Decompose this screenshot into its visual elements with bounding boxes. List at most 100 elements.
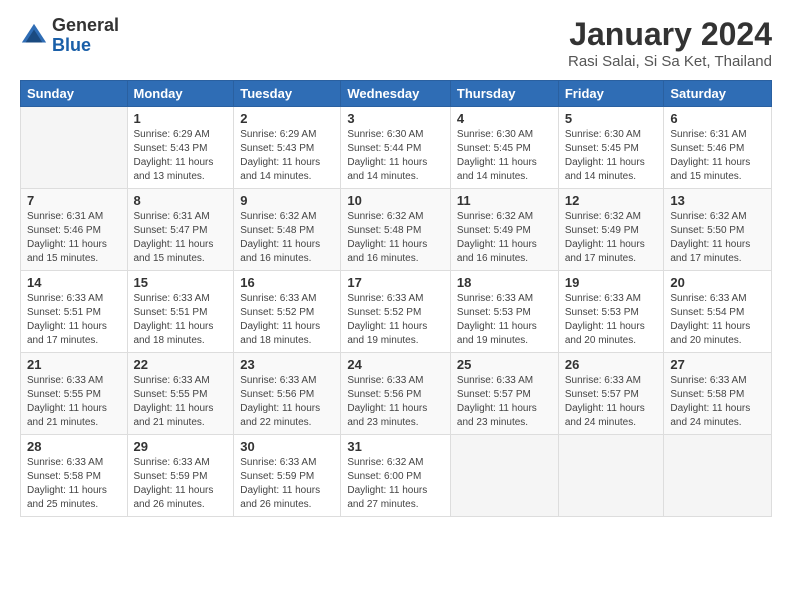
table-row bbox=[664, 435, 772, 517]
day-info: Sunrise: 6:32 AM Sunset: 5:48 PM Dayligh… bbox=[240, 210, 334, 266]
header: General Blue January 2024 Rasi Salai, Si… bbox=[20, 16, 772, 70]
calendar-week-1: 7 Sunrise: 6:31 AM Sunset: 5:46 PM Daylig… bbox=[21, 189, 772, 271]
col-saturday: Saturday bbox=[664, 81, 772, 107]
table-row: 26 Sunrise: 6:33 AM Sunset: 5:57 PM Dayli… bbox=[558, 353, 664, 435]
table-row: 28Sunrise: 6:33 AM Sunset: 5:58 PM Dayli… bbox=[21, 435, 128, 517]
day-number: 24 bbox=[347, 357, 444, 372]
day-info: Sunrise: 6:32 AM Sunset: 5:50 PM Dayligh… bbox=[670, 210, 765, 266]
day-number: 16 bbox=[240, 275, 334, 290]
day-info: Sunrise: 6:33 AM Sunset: 5:53 PM Dayligh… bbox=[565, 292, 658, 348]
day-info: Sunrise: 6:33 AM Sunset: 5:56 PM Dayligh… bbox=[347, 374, 444, 430]
day-info: Sunrise: 6:33 AM Sunset: 5:58 PM Dayligh… bbox=[670, 374, 765, 430]
day-info: Sunrise: 6:32 AM Sunset: 5:49 PM Dayligh… bbox=[565, 210, 658, 266]
col-wednesday: Wednesday bbox=[341, 81, 451, 107]
table-row: 5 Sunrise: 6:30 AM Sunset: 5:45 PM Daylig… bbox=[558, 107, 664, 189]
day-number: 17 bbox=[347, 275, 444, 290]
table-row: 2 Sunrise: 6:29 AM Sunset: 5:43 PM Daylig… bbox=[234, 107, 341, 189]
col-sunday: Sunday bbox=[21, 81, 128, 107]
table-row: 13Sunrise: 6:32 AM Sunset: 5:50 PM Dayli… bbox=[664, 189, 772, 271]
day-number: 23 bbox=[240, 357, 334, 372]
day-number: 6 bbox=[670, 111, 765, 126]
day-number: 5 bbox=[565, 111, 658, 126]
day-number: 28 bbox=[27, 439, 121, 454]
table-row: 25Sunrise: 6:33 AM Sunset: 5:57 PM Dayli… bbox=[450, 353, 558, 435]
day-number: 31 bbox=[347, 439, 444, 454]
page: General Blue January 2024 Rasi Salai, Si… bbox=[0, 0, 792, 612]
day-info: Sunrise: 6:33 AM Sunset: 5:51 PM Dayligh… bbox=[134, 292, 228, 348]
day-number: 11 bbox=[457, 193, 552, 208]
table-row: 20 Sunrise: 6:33 AM Sunset: 5:54 PM Dayli… bbox=[664, 271, 772, 353]
day-number: 4 bbox=[457, 111, 552, 126]
day-info: Sunrise: 6:33 AM Sunset: 5:54 PM Dayligh… bbox=[670, 292, 765, 348]
day-number: 20 bbox=[670, 275, 765, 290]
table-row: 29 Sunrise: 6:33 AM Sunset: 5:59 PM Dayli… bbox=[127, 435, 234, 517]
day-info: Sunrise: 6:32 AM Sunset: 5:49 PM Dayligh… bbox=[457, 210, 552, 266]
day-info: Sunrise: 6:30 AM Sunset: 5:45 PM Dayligh… bbox=[457, 128, 552, 184]
table-row: 11 Sunrise: 6:32 AM Sunset: 5:49 PM Dayli… bbox=[450, 189, 558, 271]
header-row: Sunday Monday Tuesday Wednesday Thursday… bbox=[21, 81, 772, 107]
table-row: 7 Sunrise: 6:31 AM Sunset: 5:46 PM Daylig… bbox=[21, 189, 128, 271]
table-row bbox=[558, 435, 664, 517]
table-row: 6 Sunrise: 6:31 AM Sunset: 5:46 PM Daylig… bbox=[664, 107, 772, 189]
day-info: Sunrise: 6:33 AM Sunset: 5:59 PM Dayligh… bbox=[134, 456, 228, 512]
day-number: 26 bbox=[565, 357, 658, 372]
day-number: 29 bbox=[134, 439, 228, 454]
day-number: 19 bbox=[565, 275, 658, 290]
table-row: 23 Sunrise: 6:33 AM Sunset: 5:56 PM Dayli… bbox=[234, 353, 341, 435]
day-info: Sunrise: 6:31 AM Sunset: 5:46 PM Dayligh… bbox=[670, 128, 765, 184]
table-row bbox=[21, 107, 128, 189]
table-row: 4 Sunrise: 6:30 AM Sunset: 5:45 PM Daylig… bbox=[450, 107, 558, 189]
table-row: 1 Sunrise: 6:29 AM Sunset: 5:43 PM Daylig… bbox=[127, 107, 234, 189]
calendar-week-3: 21Sunrise: 6:33 AM Sunset: 5:55 PM Dayli… bbox=[21, 353, 772, 435]
table-row: 3Sunrise: 6:30 AM Sunset: 5:44 PM Daylig… bbox=[341, 107, 451, 189]
day-number: 27 bbox=[670, 357, 765, 372]
day-info: Sunrise: 6:33 AM Sunset: 5:53 PM Dayligh… bbox=[457, 292, 552, 348]
day-info: Sunrise: 6:33 AM Sunset: 5:57 PM Dayligh… bbox=[565, 374, 658, 430]
day-info: Sunrise: 6:30 AM Sunset: 5:45 PM Dayligh… bbox=[565, 128, 658, 184]
calendar-table: Sunday Monday Tuesday Wednesday Thursday… bbox=[20, 80, 772, 517]
calendar-title: January 2024 bbox=[568, 16, 772, 53]
day-number: 7 bbox=[27, 193, 121, 208]
table-row: 22 Sunrise: 6:33 AM Sunset: 5:55 PM Dayli… bbox=[127, 353, 234, 435]
table-row: 30Sunrise: 6:33 AM Sunset: 5:59 PM Dayli… bbox=[234, 435, 341, 517]
table-row: 27 Sunrise: 6:33 AM Sunset: 5:58 PM Dayli… bbox=[664, 353, 772, 435]
day-number: 15 bbox=[134, 275, 228, 290]
table-row: 19 Sunrise: 6:33 AM Sunset: 5:53 PM Dayli… bbox=[558, 271, 664, 353]
day-number: 2 bbox=[240, 111, 334, 126]
table-row: 31 Sunrise: 6:32 AM Sunset: 6:00 PM Dayli… bbox=[341, 435, 451, 517]
day-info: Sunrise: 6:33 AM Sunset: 5:51 PM Dayligh… bbox=[27, 292, 121, 348]
calendar-week-2: 14 Sunrise: 6:33 AM Sunset: 5:51 PM Dayli… bbox=[21, 271, 772, 353]
calendar-week-4: 28Sunrise: 6:33 AM Sunset: 5:58 PM Dayli… bbox=[21, 435, 772, 517]
day-info: Sunrise: 6:30 AM Sunset: 5:44 PM Dayligh… bbox=[347, 128, 444, 184]
day-number: 12 bbox=[565, 193, 658, 208]
calendar-week-0: 1 Sunrise: 6:29 AM Sunset: 5:43 PM Daylig… bbox=[21, 107, 772, 189]
table-row: 21Sunrise: 6:33 AM Sunset: 5:55 PM Dayli… bbox=[21, 353, 128, 435]
col-thursday: Thursday bbox=[450, 81, 558, 107]
day-info: Sunrise: 6:31 AM Sunset: 5:46 PM Dayligh… bbox=[27, 210, 121, 266]
table-row: 24 Sunrise: 6:33 AM Sunset: 5:56 PM Dayli… bbox=[341, 353, 451, 435]
day-info: Sunrise: 6:33 AM Sunset: 5:57 PM Dayligh… bbox=[457, 374, 552, 430]
day-number: 10 bbox=[347, 193, 444, 208]
logo-text: General Blue bbox=[52, 16, 119, 56]
day-info: Sunrise: 6:33 AM Sunset: 5:52 PM Dayligh… bbox=[347, 292, 444, 348]
day-number: 1 bbox=[134, 111, 228, 126]
table-row: 12 Sunrise: 6:32 AM Sunset: 5:49 PM Dayli… bbox=[558, 189, 664, 271]
day-info: Sunrise: 6:32 AM Sunset: 6:00 PM Dayligh… bbox=[347, 456, 444, 512]
day-info: Sunrise: 6:33 AM Sunset: 5:52 PM Dayligh… bbox=[240, 292, 334, 348]
col-monday: Monday bbox=[127, 81, 234, 107]
day-info: Sunrise: 6:32 AM Sunset: 5:48 PM Dayligh… bbox=[347, 210, 444, 266]
table-row bbox=[450, 435, 558, 517]
day-info: Sunrise: 6:29 AM Sunset: 5:43 PM Dayligh… bbox=[134, 128, 228, 184]
day-info: Sunrise: 6:31 AM Sunset: 5:47 PM Dayligh… bbox=[134, 210, 228, 266]
calendar-subtitle: Rasi Salai, Si Sa Ket, Thailand bbox=[568, 53, 772, 70]
table-row: 8Sunrise: 6:31 AM Sunset: 5:47 PM Daylig… bbox=[127, 189, 234, 271]
logo-blue: Blue bbox=[52, 36, 119, 56]
day-info: Sunrise: 6:33 AM Sunset: 5:55 PM Dayligh… bbox=[134, 374, 228, 430]
day-number: 9 bbox=[240, 193, 334, 208]
day-info: Sunrise: 6:29 AM Sunset: 5:43 PM Dayligh… bbox=[240, 128, 334, 184]
table-row: 9 Sunrise: 6:32 AM Sunset: 5:48 PM Daylig… bbox=[234, 189, 341, 271]
day-number: 18 bbox=[457, 275, 552, 290]
day-number: 14 bbox=[27, 275, 121, 290]
day-number: 22 bbox=[134, 357, 228, 372]
day-info: Sunrise: 6:33 AM Sunset: 5:56 PM Dayligh… bbox=[240, 374, 334, 430]
